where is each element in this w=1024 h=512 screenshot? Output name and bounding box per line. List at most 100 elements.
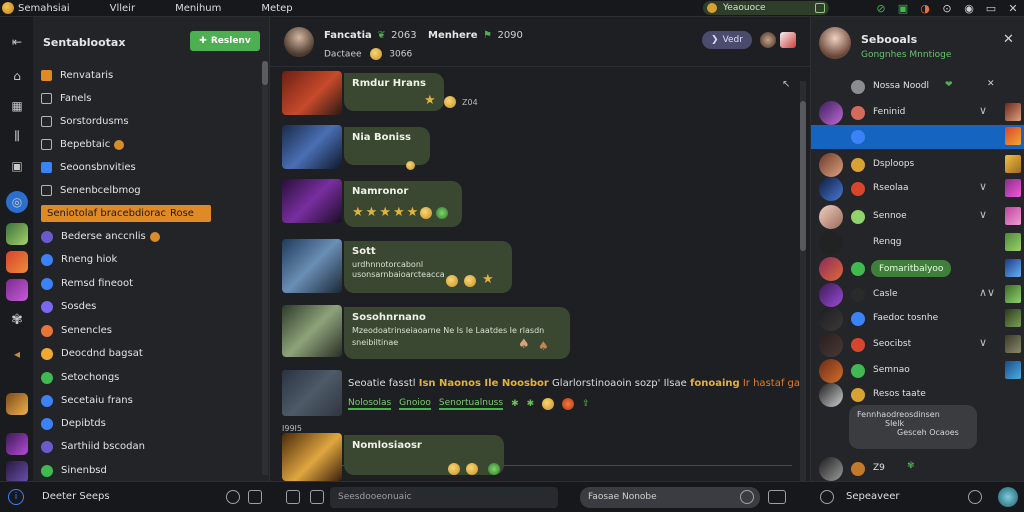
square-icon[interactable] xyxy=(248,490,262,504)
checkbox-icon[interactable] xyxy=(41,162,52,173)
sidebar-channel[interactable]: Sinenbsd xyxy=(41,462,107,479)
app-icon-2[interactable] xyxy=(6,251,28,273)
info-icon[interactable]: i xyxy=(8,489,24,505)
user-icon[interactable] xyxy=(760,32,776,48)
window-icon-3[interactable]: ◑ xyxy=(914,2,936,15)
sidebar-scroll-thumb[interactable] xyxy=(262,61,268,85)
sidebar-channel[interactable]: Sosdes xyxy=(41,298,96,315)
sliders-icon[interactable]: ⫼ xyxy=(6,125,28,147)
sidebar-channel[interactable]: Fanels xyxy=(41,90,91,107)
member-thumbnail[interactable] xyxy=(1005,127,1021,145)
member-thumbnail[interactable] xyxy=(1005,207,1021,225)
sidebar-channel[interactable]: Sarthiid bscodan xyxy=(41,438,145,455)
chat-avatar[interactable] xyxy=(284,27,314,57)
member-avatar[interactable] xyxy=(819,283,843,307)
member-row[interactable]: Fomaritbalyoo xyxy=(811,257,1024,281)
app-icon-4[interactable]: ✾ xyxy=(6,309,28,331)
view-button[interactable]: ❯ Vedr xyxy=(702,31,752,49)
account-icon[interactable]: ◉ xyxy=(958,2,980,15)
member-avatar[interactable] xyxy=(819,101,843,125)
menu-item-view[interactable]: Vlleir xyxy=(110,3,135,14)
chevron-down-icon[interactable]: ∧∨ xyxy=(979,286,995,299)
message-avatar[interactable] xyxy=(282,433,342,481)
message-bubble[interactable]: Namronor ★ ★ ★ ★ ★ xyxy=(344,181,462,227)
message-avatar[interactable] xyxy=(282,370,342,416)
window-icon-2[interactable]: ▣ xyxy=(892,2,914,15)
message-avatar[interactable] xyxy=(282,305,342,357)
box-icon[interactable]: ▣ xyxy=(6,155,28,177)
member-thumbnail[interactable] xyxy=(1005,361,1021,379)
sidebar-channel[interactable]: Setochongs xyxy=(41,369,119,386)
new-channel-button[interactable]: ✚ Reslenv xyxy=(190,31,260,51)
sidebar-channel[interactable]: Rneng hiok xyxy=(41,251,117,268)
sidebar-channel[interactable]: Depibtds xyxy=(41,415,106,432)
sidebar-scrollbar[interactable] xyxy=(262,61,268,475)
app-icon-5[interactable] xyxy=(6,393,28,415)
close-icon[interactable]: ✕ xyxy=(1003,32,1014,47)
close-filter-icon[interactable]: ✕ xyxy=(987,79,995,89)
member-row[interactable]: Rseolaa ∨ xyxy=(811,177,1024,201)
chevron-down-icon[interactable]: ∨ xyxy=(979,208,987,221)
sidebar-channel[interactable]: Deocdnd bagsat xyxy=(41,345,143,362)
member-thumbnail[interactable] xyxy=(1005,259,1021,277)
member-row[interactable] xyxy=(811,125,1024,149)
member-avatar[interactable] xyxy=(819,257,843,281)
member-thumbnail[interactable] xyxy=(1005,179,1021,197)
emoji-picker-icon[interactable] xyxy=(740,490,754,504)
member-avatar[interactable] xyxy=(819,231,843,255)
grid-icon[interactable]: ▦ xyxy=(6,95,28,117)
link[interactable]: Senortualnuss xyxy=(438,398,504,410)
member-avatar[interactable] xyxy=(819,457,843,481)
sidebar-channel[interactable]: Secetaiu frans xyxy=(41,392,133,409)
member-thumbnail[interactable] xyxy=(1005,309,1021,327)
home-icon[interactable]: ⌂ xyxy=(6,65,28,87)
back-icon[interactable]: ⇤ xyxy=(6,31,28,53)
member-row[interactable]: Renqg xyxy=(811,231,1024,255)
member-avatar[interactable] xyxy=(819,307,843,331)
chat-scrollbar[interactable] xyxy=(800,81,806,481)
member-pill[interactable]: Fomaritbalyoo xyxy=(871,260,952,277)
member-avatar[interactable] xyxy=(819,125,843,149)
checkbox-icon[interactable] xyxy=(41,93,52,104)
member-avatar[interactable] xyxy=(819,359,843,383)
member-row[interactable]: Resos taate xyxy=(811,383,1024,407)
app-icon-1[interactable] xyxy=(6,223,28,245)
user-avatar-icon[interactable] xyxy=(998,487,1018,507)
menu-item-window[interactable]: Menihum xyxy=(175,3,221,14)
maximize-icon[interactable]: ▭ xyxy=(980,2,1002,15)
app-icon-7[interactable] xyxy=(6,461,28,483)
message-bubble[interactable]: Nia Boniss xyxy=(344,127,430,165)
message-avatar[interactable] xyxy=(282,71,342,115)
gallery-icon[interactable] xyxy=(780,32,796,48)
sidebar-channel[interactable]: Seoonsbnvities xyxy=(41,159,136,176)
settings-icon[interactable]: ⊙ xyxy=(936,2,958,15)
chevron-down-icon[interactable]: ∨ xyxy=(979,104,987,117)
sidebar-channel[interactable]: Renvataris xyxy=(41,67,113,84)
member-row[interactable]: Casle ∧∨ xyxy=(811,283,1024,307)
collapse-arrow-icon[interactable]: ↖ xyxy=(782,79,790,90)
checkbox-icon[interactable] xyxy=(41,185,52,196)
message-avatar[interactable] xyxy=(282,239,342,293)
member-thumbnail[interactable] xyxy=(1005,285,1021,303)
arrow-icon[interactable]: ◂ xyxy=(6,343,28,365)
image-icon[interactable] xyxy=(310,490,324,504)
member-row[interactable]: Seocibst ∨ xyxy=(811,333,1024,357)
profile-avatar[interactable] xyxy=(819,27,851,59)
member-avatar[interactable] xyxy=(819,333,843,357)
window-icon-1[interactable]: ⊘ xyxy=(870,2,892,15)
chevron-down-icon[interactable]: ∨ xyxy=(979,336,987,349)
status-pill-toggle-icon[interactable] xyxy=(815,3,825,13)
message-avatar[interactable] xyxy=(282,125,342,169)
member-avatar[interactable] xyxy=(819,205,843,229)
member-bubble[interactable]: Fennhaodreosdinsen Slelk Gesceh Ocaoes xyxy=(849,405,977,449)
menu-item-file[interactable]: Semahsiai xyxy=(18,3,70,14)
link[interactable]: Gnoioo xyxy=(399,398,431,410)
member-row[interactable]: Sennoe ∨ xyxy=(811,205,1024,229)
member-row[interactable]: Z9 ✾ xyxy=(811,457,1024,481)
member-thumbnail[interactable] xyxy=(1005,103,1021,121)
member-avatar[interactable] xyxy=(819,383,843,407)
status-pill[interactable]: Yeaouoce xyxy=(703,1,829,15)
chevron-down-icon[interactable]: ∨ xyxy=(979,180,987,193)
member-row[interactable]: Dsploops xyxy=(811,153,1024,177)
link[interactable]: Nolosolas xyxy=(348,398,392,410)
